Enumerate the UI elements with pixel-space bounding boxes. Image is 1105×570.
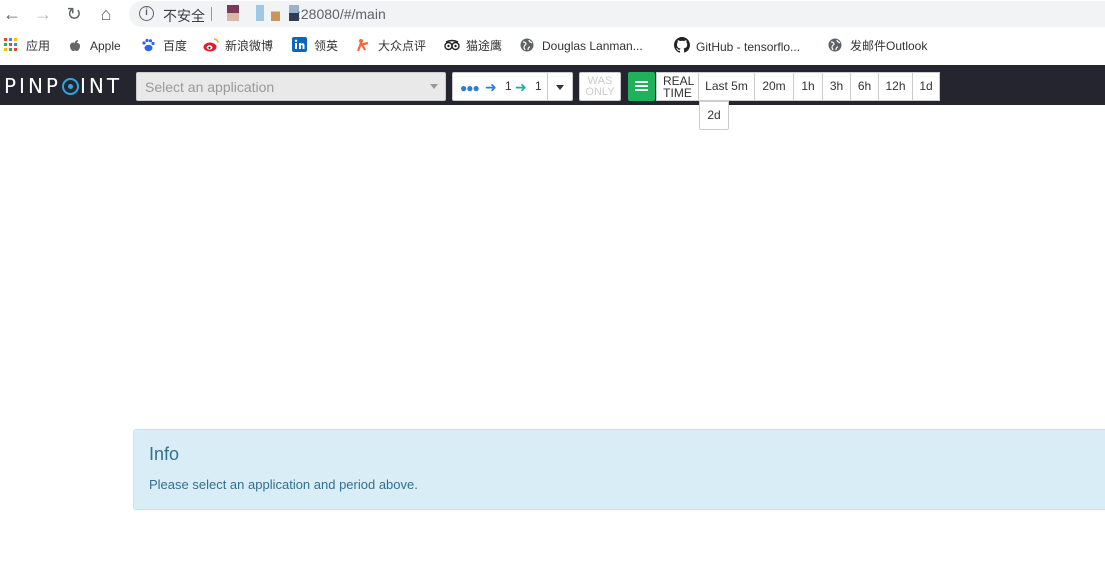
period-6h[interactable]: 6h <box>850 72 879 101</box>
forward-icon[interactable]: → <box>33 4 53 24</box>
bookmark-linkedin[interactable]: 领英 <box>292 37 338 55</box>
period-3h[interactable]: 3h <box>822 72 851 101</box>
bookmark-tripadvisor[interactable]: 猫途鹰 <box>444 37 502 55</box>
period-2d[interactable]: 2d <box>699 101 729 130</box>
globe-icon <box>520 38 534 52</box>
realtime-button[interactable]: REAL TIME <box>656 72 699 101</box>
outbound-arrow-icon: ➜ <box>515 79 527 95</box>
outbound-depth-value: 1 <box>535 79 542 93</box>
list-icon <box>635 89 648 91</box>
inbound-arrow-icon: ➜ <box>485 79 497 95</box>
bookmark-label: Apple <box>90 39 121 53</box>
bookmark-baidu[interactable]: 百度 <box>141 37 187 55</box>
bookmark-label: 百度 <box>163 39 188 53</box>
period-1d[interactable]: 1d <box>912 72 940 101</box>
search-depth-selector[interactable]: ●●● ➜ 1 ➜ 1 <box>452 72 573 101</box>
info-icon[interactable]: i <box>139 6 154 21</box>
logo-target-icon <box>61 78 79 95</box>
bookmark-label: GitHub - tensorflo... <box>696 40 801 54</box>
logo-text: PINP <box>4 74 61 98</box>
bookmark-outlook[interactable]: 发邮件Outlook <box>828 37 927 55</box>
baidu-paw-icon <box>141 38 155 52</box>
depth-dropdown-toggle[interactable] <box>547 73 572 100</box>
apple-icon <box>68 38 82 52</box>
depth-dots-icon: ●●● <box>460 81 480 95</box>
bookmarks-bar: 应用 Apple 百度 新浪微博 领英 大众点评 猫途鹰 Douglas Lan… <box>0 35 1105 57</box>
bookmark-dianping[interactable]: 大众点评 <box>356 37 426 55</box>
list-view-button[interactable] <box>628 72 655 101</box>
bookmark-label: 发邮件Outlook <box>850 39 928 53</box>
bookmark-weibo[interactable]: 新浪微博 <box>203 37 273 55</box>
list-icon <box>635 81 648 83</box>
inbound-depth-value: 1 <box>505 79 512 93</box>
browser-chrome: ← → ↻ ⌂ i 不安全 :28080/#/main 应用 Apple 百度 … <box>0 0 1105 65</box>
bookmark-label: 大众点评 <box>378 39 427 53</box>
bookmark-label: Douglas Lanman... <box>542 39 643 53</box>
period-20m[interactable]: 20m <box>754 72 794 101</box>
logo-text: INT <box>79 74 123 98</box>
redacted-host <box>271 5 280 21</box>
bookmark-label: 新浪微博 <box>225 39 274 53</box>
info-message: Please select an application and period … <box>149 477 418 492</box>
weibo-icon <box>203 38 219 52</box>
dianping-icon <box>356 38 370 52</box>
github-icon <box>674 37 690 53</box>
redacted-host <box>227 5 239 21</box>
back-icon[interactable]: ← <box>2 4 22 24</box>
chevron-down-icon <box>430 84 438 89</box>
bookmark-github-tensorflow[interactable]: GitHub - tensorflo... <box>674 37 800 55</box>
bookmark-label: 应用 <box>26 39 51 53</box>
info-alert: Info Please select an application and pe… <box>133 429 1105 510</box>
period-last-5m[interactable]: Last 5m <box>698 72 755 101</box>
globe-icon <box>828 38 842 52</box>
info-title: Info <box>149 444 180 464</box>
application-select[interactable]: Select an application <box>136 72 446 101</box>
was-only-label: ONLY <box>585 86 615 98</box>
tripadvisor-owl-icon <box>444 38 460 52</box>
url-text: :28080/#/main <box>297 6 386 22</box>
period-12h[interactable]: 12h <box>878 72 913 101</box>
bookmark-apps[interactable]: 应用 <box>4 37 50 55</box>
separator <box>211 7 212 21</box>
pinpoint-logo[interactable]: PINP INT <box>4 74 122 98</box>
bookmark-douglas-lanman[interactable]: Douglas Lanman... <box>520 37 643 55</box>
realtime-label: TIME <box>663 86 692 100</box>
apps-grid-icon <box>4 38 18 52</box>
security-label: 不安全 <box>163 8 205 24</box>
bookmark-apple[interactable]: Apple <box>68 37 121 55</box>
bookmark-label: 猫途鹰 <box>466 39 503 53</box>
list-icon <box>635 85 648 87</box>
address-bar[interactable]: i 不安全 :28080/#/main <box>129 1 1105 27</box>
bookmark-label: 领英 <box>314 39 339 53</box>
was-only-toggle[interactable]: WAS ONLY <box>579 72 621 101</box>
home-icon[interactable]: ⌂ <box>96 4 116 24</box>
period-1h[interactable]: 1h <box>793 72 823 101</box>
application-select-placeholder: Select an application <box>145 79 275 95</box>
reload-icon[interactable]: ↻ <box>64 4 84 24</box>
redacted-host <box>256 5 264 21</box>
period-selector: REAL TIME Last 5m 20m 1h 3h 6h 12h 1d <box>656 72 940 101</box>
linkedin-icon <box>292 37 307 52</box>
pinpoint-navbar: PINP INT Select an application ●●● ➜ 1 ➜ … <box>0 65 1105 105</box>
